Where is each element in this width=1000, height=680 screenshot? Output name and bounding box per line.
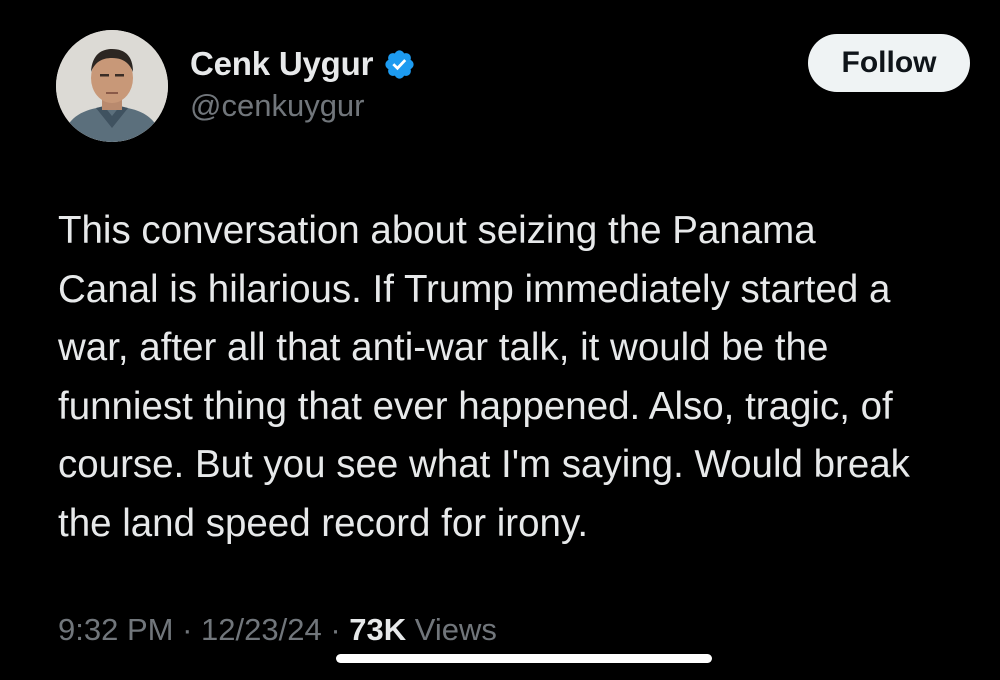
tweet-date[interactable]: 12/23/24 [201, 612, 322, 647]
home-indicator[interactable] [336, 654, 712, 663]
views-count[interactable]: 73K [349, 612, 406, 647]
author-name-row: Cenk Uygur [190, 42, 416, 86]
author-display-name[interactable]: Cenk Uygur [190, 45, 373, 83]
profile-photo-icon [56, 30, 168, 142]
follow-button[interactable]: Follow [808, 34, 970, 92]
author-handle[interactable]: @cenkuygur [190, 88, 365, 124]
meta-separator: · [182, 612, 193, 647]
tweet-time[interactable]: 9:32 PM [58, 612, 173, 647]
verified-badge-icon[interactable] [383, 48, 416, 81]
tweet-meta: 9:32 PM · 12/23/24 · 73K Views [58, 612, 497, 648]
tweet-text: This conversation about seizing the Pana… [58, 209, 910, 545]
meta-separator: · [330, 612, 341, 647]
avatar[interactable] [56, 30, 168, 142]
views-label: Views [414, 612, 497, 647]
